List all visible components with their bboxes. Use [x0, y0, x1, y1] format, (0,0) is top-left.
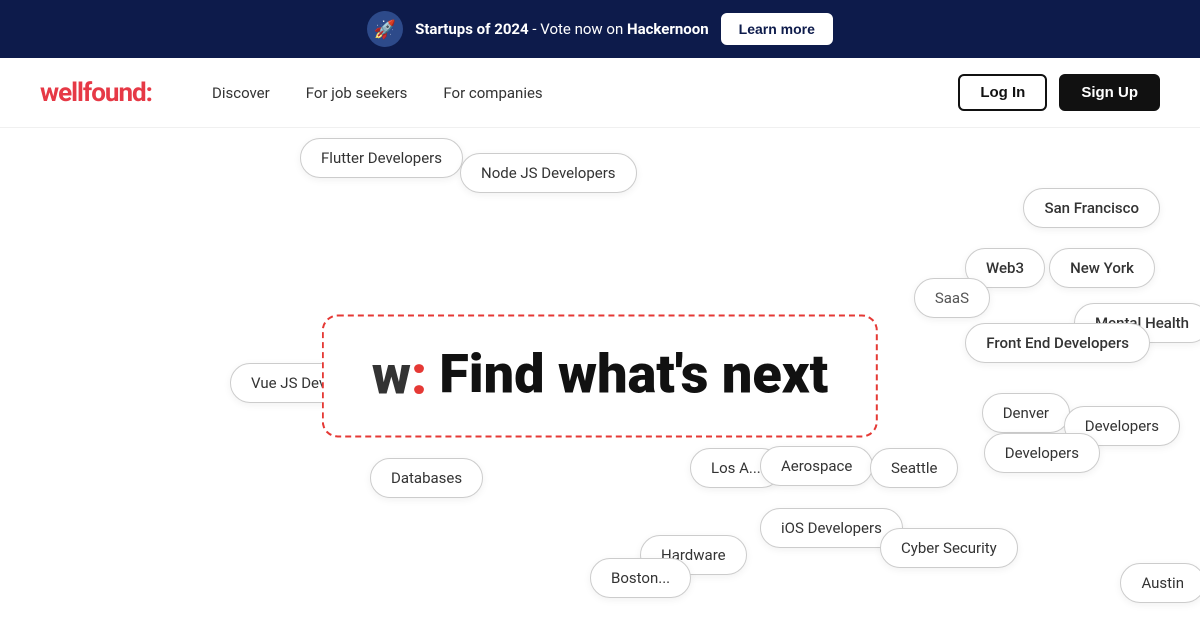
tag-saas[interactable]: SaaS: [914, 278, 990, 318]
header: wellfound: Discover For job seekers For …: [0, 58, 1200, 128]
banner-middle: - Vote now on: [529, 20, 627, 38]
header-actions: Log In Sign Up: [958, 74, 1160, 111]
rocket-icon: 🚀: [367, 11, 403, 47]
logo[interactable]: wellfound:: [40, 78, 152, 108]
learn-more-button[interactable]: Learn more: [721, 13, 833, 45]
tag-flutter-developers[interactable]: Flutter Developers: [300, 138, 463, 178]
banner-text: Startups of 2024 - Vote now on Hackernoo…: [415, 20, 709, 38]
tag-cyber-security[interactable]: Cyber Security: [880, 528, 1018, 568]
tag-austin[interactable]: Austin: [1120, 563, 1200, 603]
tag-developers-2[interactable]: Developers: [984, 433, 1100, 473]
banner-hackernoon: Hackernoon: [627, 20, 709, 38]
tag-nodejs-developers[interactable]: Node JS Developers: [460, 153, 637, 193]
main-content: Flutter Developers Node JS Developers Sa…: [0, 128, 1200, 623]
signup-button[interactable]: Sign Up: [1059, 74, 1160, 111]
login-button[interactable]: Log In: [958, 74, 1047, 111]
top-banner: 🚀 Startups of 2024 - Vote now on Hackern…: [0, 0, 1200, 58]
nav-job-seekers[interactable]: For job seekers: [306, 84, 408, 102]
tag-boston[interactable]: Boston...: [590, 558, 691, 598]
hero-headline: Find what's next: [439, 349, 828, 403]
search-box: w: Find what's next: [322, 314, 878, 437]
w-colon: :: [411, 344, 427, 407]
svg-text:🚀: 🚀: [374, 18, 396, 40]
nav-discover[interactable]: Discover: [212, 84, 270, 102]
tag-new-york[interactable]: New York: [1049, 248, 1155, 288]
nav-companies[interactable]: For companies: [443, 84, 542, 102]
w-letter: w: [372, 344, 411, 407]
wellfound-w-logo: w:: [372, 344, 427, 407]
main-nav: Discover For job seekers For companies: [212, 84, 543, 102]
tag-databases[interactable]: Databases: [370, 458, 483, 498]
tag-san-francisco[interactable]: San Francisco: [1023, 188, 1160, 228]
banner-startups: Startups of 2024: [415, 20, 529, 38]
logo-text: wellfound: [40, 78, 146, 108]
tag-aerospace[interactable]: Aerospace: [760, 446, 873, 486]
tag-denver[interactable]: Denver: [982, 393, 1070, 433]
logo-colon: :: [146, 78, 152, 108]
tag-front-end-developers[interactable]: Front End Developers: [965, 323, 1150, 363]
tag-seattle[interactable]: Seattle: [870, 448, 958, 488]
